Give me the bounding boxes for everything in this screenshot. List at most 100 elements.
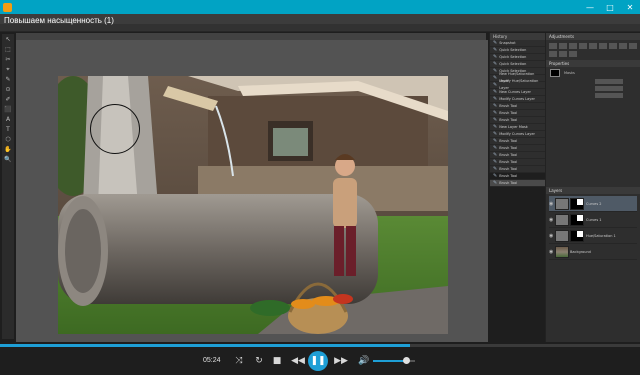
mask-swatch[interactable] — [550, 69, 560, 77]
history-item-label: Brush Tool — [499, 180, 518, 185]
layer-row[interactable]: ◉ Curves 1 — [549, 212, 637, 228]
layer-thumbnail[interactable] — [555, 197, 569, 210]
history-item-label: Brush Tool — [499, 117, 518, 122]
adjustments-grid — [546, 40, 640, 60]
volume-knob[interactable] — [403, 357, 411, 364]
shuffle-icon[interactable]: ⤨ — [232, 354, 246, 368]
layer-mask-thumbnail[interactable] — [570, 197, 584, 210]
history-brush-icon: ✎ — [493, 151, 498, 158]
tool-icon[interactable]: ✋ — [4, 146, 12, 154]
close-button[interactable]: ✕ — [620, 0, 640, 14]
window-controls: — □ ✕ — [580, 0, 640, 14]
history-item-label: Brush Tool — [499, 138, 518, 143]
layers-title: Layers — [546, 187, 640, 194]
invert-icon[interactable] — [559, 51, 567, 57]
next-icon[interactable]: ▶▶ — [333, 354, 349, 368]
history-brush-icon: ✎ — [493, 165, 498, 172]
select-mask-button[interactable] — [595, 79, 623, 84]
previous-icon[interactable]: ◀◀ — [290, 354, 306, 368]
volume-level — [373, 360, 408, 362]
tool-icon[interactable]: T — [4, 126, 12, 134]
tool-icon[interactable]: ⬡ — [4, 136, 12, 144]
history-brush-icon: ✎ — [493, 53, 498, 60]
tool-icon[interactable]: 🔍 — [4, 156, 12, 164]
history-item-label: New Curves Layer — [499, 89, 531, 94]
loop-icon[interactable]: ↻ — [252, 354, 266, 368]
layer-mask-thumbnail[interactable] — [570, 213, 584, 226]
video-title: Повышаем насыщенность (1) — [4, 16, 114, 25]
history-item-label: Brush Tool — [499, 103, 518, 108]
history-item-label: New Layer Mask — [499, 124, 528, 129]
properties-title: Properties — [546, 60, 640, 67]
history-brush-icon: ✎ — [493, 46, 498, 53]
hue-saturation-icon[interactable] — [599, 43, 607, 49]
history-brush-icon: ✎ — [493, 116, 498, 123]
layer-row[interactable]: ◉ Background — [549, 244, 637, 260]
volume-icon[interactable]: 🔊 — [357, 354, 371, 368]
history-item-label: Brush Tool — [499, 159, 518, 164]
tool-icon[interactable]: ⬛ — [4, 106, 12, 114]
levels-icon[interactable] — [559, 43, 567, 49]
masks-row: Masks — [550, 69, 636, 77]
history-brush-icon: ✎ — [493, 172, 498, 179]
invert-mask-button[interactable] — [595, 93, 623, 98]
properties-panel: Properties Masks — [546, 60, 640, 187]
layer-thumbnail[interactable] — [555, 245, 569, 258]
black-white-icon[interactable] — [619, 43, 627, 49]
player-controls: 05:24 ⤨ ↻ ■ ◀◀ ❚❚ ▶▶ 🔊 — [0, 348, 640, 375]
history-brush-icon: ✎ — [493, 158, 498, 165]
history-item-label: Brush Tool — [499, 145, 518, 150]
adjustments-title: Adjustments — [546, 33, 640, 40]
curves-icon[interactable] — [569, 43, 577, 49]
document-tab[interactable] — [16, 33, 486, 40]
exposure-icon[interactable] — [579, 43, 587, 49]
tool-icon[interactable]: ⌖ — [4, 66, 12, 74]
history-item-label: Brush Tool — [499, 166, 518, 171]
brush-cursor — [90, 104, 140, 154]
maximize-button[interactable]: □ — [600, 0, 620, 14]
layer-thumbnail[interactable] — [555, 213, 569, 226]
channel-mixer-icon[interactable] — [549, 51, 557, 57]
seek-bar[interactable] — [0, 344, 640, 347]
history-item-label: Snapshot — [499, 40, 516, 45]
ps-toolbar: ↖ ⬚ ✂ ⌖ ✎ ⊙ ✐ ⬛ A T ⬡ ✋ 🔍 — [2, 34, 14, 339]
minimize-button[interactable]: — — [580, 0, 600, 14]
history-item-label: Modify Curves Layer — [499, 131, 535, 136]
posterize-icon[interactable] — [569, 51, 577, 57]
photo-filter-icon[interactable] — [629, 43, 637, 49]
history-brush-icon: ✎ — [493, 60, 498, 67]
tool-icon[interactable]: A — [4, 116, 12, 124]
layer-row[interactable]: ◉ Curves 2 — [549, 196, 637, 212]
tool-icon[interactable]: ✂ — [4, 56, 12, 64]
history-brush-icon: ✎ — [493, 123, 498, 130]
layer-name: Curves 2 — [586, 201, 602, 206]
stop-icon[interactable]: ■ — [270, 354, 284, 368]
history-brush-icon: ✎ — [493, 88, 498, 95]
tool-icon[interactable]: ✎ — [4, 76, 12, 84]
tool-icon[interactable]: ⊙ — [4, 86, 12, 94]
vibrance-icon[interactable] — [589, 43, 597, 49]
layer-mask-thumbnail[interactable] — [570, 229, 584, 242]
history-brush-icon: ✎ — [493, 179, 498, 186]
tool-icon[interactable]: ⬚ — [4, 46, 12, 54]
volume-slider[interactable] — [373, 357, 415, 364]
color-balance-icon[interactable] — [609, 43, 617, 49]
tool-icon[interactable]: ✐ — [4, 96, 12, 104]
history-item-label: Modify Curves Layer — [499, 96, 535, 101]
layer-row[interactable]: ◉ Hue/Saturation 1 — [549, 228, 637, 244]
pause-button[interactable]: ❚❚ — [308, 351, 328, 371]
history-brush-icon: ✎ — [493, 130, 498, 137]
layer-thumbnail[interactable] — [555, 229, 569, 242]
history-item-label: Quick Selection — [499, 54, 527, 59]
history-brush-icon: ✎ — [493, 81, 498, 88]
color-range-button[interactable] — [595, 86, 623, 91]
tool-icon[interactable]: ↖ — [4, 36, 12, 44]
history-item-label: Brush Tool — [499, 110, 518, 115]
brightness-icon[interactable] — [549, 43, 557, 49]
masks-label: Masks — [564, 71, 575, 75]
history-brush-icon: ✎ — [493, 109, 498, 116]
properties-body: Masks — [546, 67, 640, 187]
history-item[interactable]: ✎ Brush Tool — [490, 180, 545, 187]
app-logo-icon — [3, 2, 12, 12]
history-brush-icon: ✎ — [493, 39, 498, 46]
